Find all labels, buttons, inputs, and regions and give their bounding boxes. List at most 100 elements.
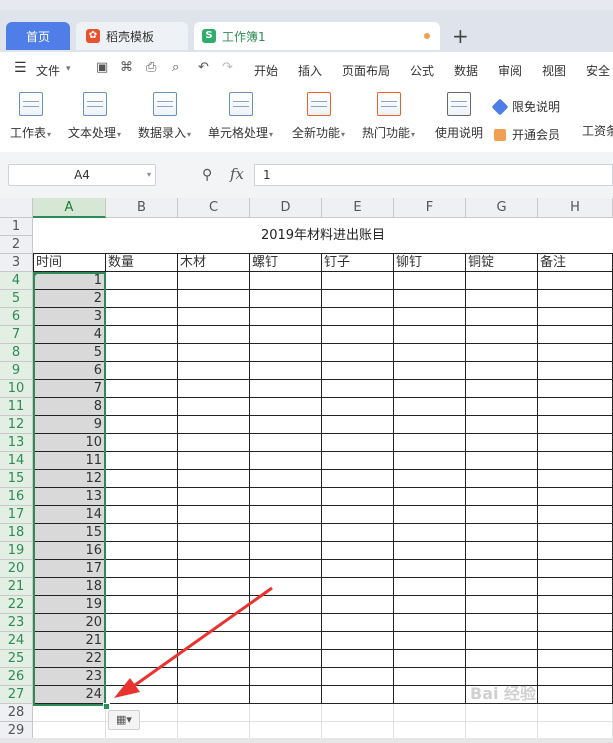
- cell-b10[interactable]: [106, 380, 178, 398]
- cell-c12[interactable]: [178, 416, 250, 434]
- cell-b22[interactable]: [106, 596, 178, 614]
- tab-template[interactable]: ✿ 稻壳模板: [76, 22, 188, 50]
- tab-workbook[interactable]: S 工作簿1: [194, 22, 440, 50]
- cell-d4[interactable]: [250, 272, 322, 290]
- cell-d15[interactable]: [250, 470, 322, 488]
- cell-b23[interactable]: [106, 614, 178, 632]
- cell-b15[interactable]: [106, 470, 178, 488]
- cell-a28[interactable]: [33, 704, 106, 722]
- cell-f22[interactable]: [394, 596, 466, 614]
- sheet-title-cell[interactable]: 2019年材料进出账目: [33, 218, 613, 254]
- cell-g21[interactable]: [466, 578, 538, 596]
- cell-c13[interactable]: [178, 434, 250, 452]
- cell-f11[interactable]: [394, 398, 466, 416]
- cell-e12[interactable]: [322, 416, 394, 434]
- row-header-17[interactable]: 17: [0, 506, 33, 524]
- zoom-search-icon[interactable]: ⚲: [202, 167, 212, 183]
- cell-d7[interactable]: [250, 326, 322, 344]
- cell-e24[interactable]: [322, 632, 394, 650]
- cell-d19[interactable]: [250, 542, 322, 560]
- cell-h11[interactable]: [538, 398, 613, 416]
- cell-g8[interactable]: [466, 344, 538, 362]
- menu-view[interactable]: 视图: [542, 62, 566, 79]
- cell-a20[interactable]: 17: [33, 560, 106, 578]
- cell-a22[interactable]: 19: [33, 596, 106, 614]
- cell-a7[interactable]: 4: [33, 326, 106, 344]
- cell-d8[interactable]: [250, 344, 322, 362]
- cell-h3[interactable]: 备注: [538, 254, 613, 272]
- cell-e20[interactable]: [322, 560, 394, 578]
- menu-formula[interactable]: 公式: [410, 62, 434, 79]
- cell-e28[interactable]: [322, 704, 394, 722]
- cell-a16[interactable]: 13: [33, 488, 106, 506]
- row-header-6[interactable]: 6: [0, 308, 33, 326]
- cell-e21[interactable]: [322, 578, 394, 596]
- cell-d26[interactable]: [250, 668, 322, 686]
- cell-e19[interactable]: [322, 542, 394, 560]
- cell-d18[interactable]: [250, 524, 322, 542]
- undo-icon[interactable]: ↶: [198, 61, 212, 75]
- cell-c16[interactable]: [178, 488, 250, 506]
- cell-e22[interactable]: [322, 596, 394, 614]
- cell-h17[interactable]: [538, 506, 613, 524]
- file-caret-icon[interactable]: ▾: [66, 64, 71, 74]
- cell-h13[interactable]: [538, 434, 613, 452]
- save-icon[interactable]: ▣: [96, 61, 110, 75]
- cell-a12[interactable]: 9: [33, 416, 106, 434]
- cell-a24[interactable]: 21: [33, 632, 106, 650]
- cell-d13[interactable]: [250, 434, 322, 452]
- row-header-11[interactable]: 11: [0, 398, 33, 416]
- cell-e16[interactable]: [322, 488, 394, 506]
- cell-a10[interactable]: 7: [33, 380, 106, 398]
- cell-d3[interactable]: 螺钉: [250, 254, 322, 272]
- cell-c3[interactable]: 木材: [178, 254, 250, 272]
- cell-h21[interactable]: [538, 578, 613, 596]
- column-header-f[interactable]: F: [394, 198, 466, 218]
- cell-e6[interactable]: [322, 308, 394, 326]
- cell-c15[interactable]: [178, 470, 250, 488]
- cell-b12[interactable]: [106, 416, 178, 434]
- row-header-22[interactable]: 22: [0, 596, 33, 614]
- cell-f8[interactable]: [394, 344, 466, 362]
- cell-d9[interactable]: [250, 362, 322, 380]
- cell-f4[interactable]: [394, 272, 466, 290]
- cell-g13[interactable]: [466, 434, 538, 452]
- cell-d20[interactable]: [250, 560, 322, 578]
- cell-e13[interactable]: [322, 434, 394, 452]
- cell-c4[interactable]: [178, 272, 250, 290]
- cell-d11[interactable]: [250, 398, 322, 416]
- cell-d6[interactable]: [250, 308, 322, 326]
- cell-h12[interactable]: [538, 416, 613, 434]
- cell-a11[interactable]: 8: [33, 398, 106, 416]
- cell-c20[interactable]: [178, 560, 250, 578]
- cell-g12[interactable]: [466, 416, 538, 434]
- cell-h25[interactable]: [538, 650, 613, 668]
- print-icon[interactable]: ⎙: [146, 61, 160, 75]
- cell-b4[interactable]: [106, 272, 178, 290]
- name-box[interactable]: A4 ▾: [8, 164, 156, 186]
- cell-e11[interactable]: [322, 398, 394, 416]
- cell-b18[interactable]: [106, 524, 178, 542]
- cell-a26[interactable]: 23: [33, 668, 106, 686]
- cell-f13[interactable]: [394, 434, 466, 452]
- cell-b8[interactable]: [106, 344, 178, 362]
- cell-b17[interactable]: [106, 506, 178, 524]
- cell-h20[interactable]: [538, 560, 613, 578]
- cell-c7[interactable]: [178, 326, 250, 344]
- cell-e15[interactable]: [322, 470, 394, 488]
- hamburger-icon[interactable]: ☰: [14, 60, 27, 76]
- cell-a5[interactable]: 2: [33, 290, 106, 308]
- cell-d21[interactable]: [250, 578, 322, 596]
- cell-f19[interactable]: [394, 542, 466, 560]
- cell-a27[interactable]: 24: [33, 686, 106, 704]
- cell-e25[interactable]: [322, 650, 394, 668]
- formula-input[interactable]: 1: [254, 164, 613, 186]
- row-header-15[interactable]: 15: [0, 470, 33, 488]
- row-header-27[interactable]: 27: [0, 686, 33, 704]
- cell-h19[interactable]: [538, 542, 613, 560]
- cell-f6[interactable]: [394, 308, 466, 326]
- cell-a14[interactable]: 11: [33, 452, 106, 470]
- cell-c26[interactable]: [178, 668, 250, 686]
- cell-c14[interactable]: [178, 452, 250, 470]
- cell-f10[interactable]: [394, 380, 466, 398]
